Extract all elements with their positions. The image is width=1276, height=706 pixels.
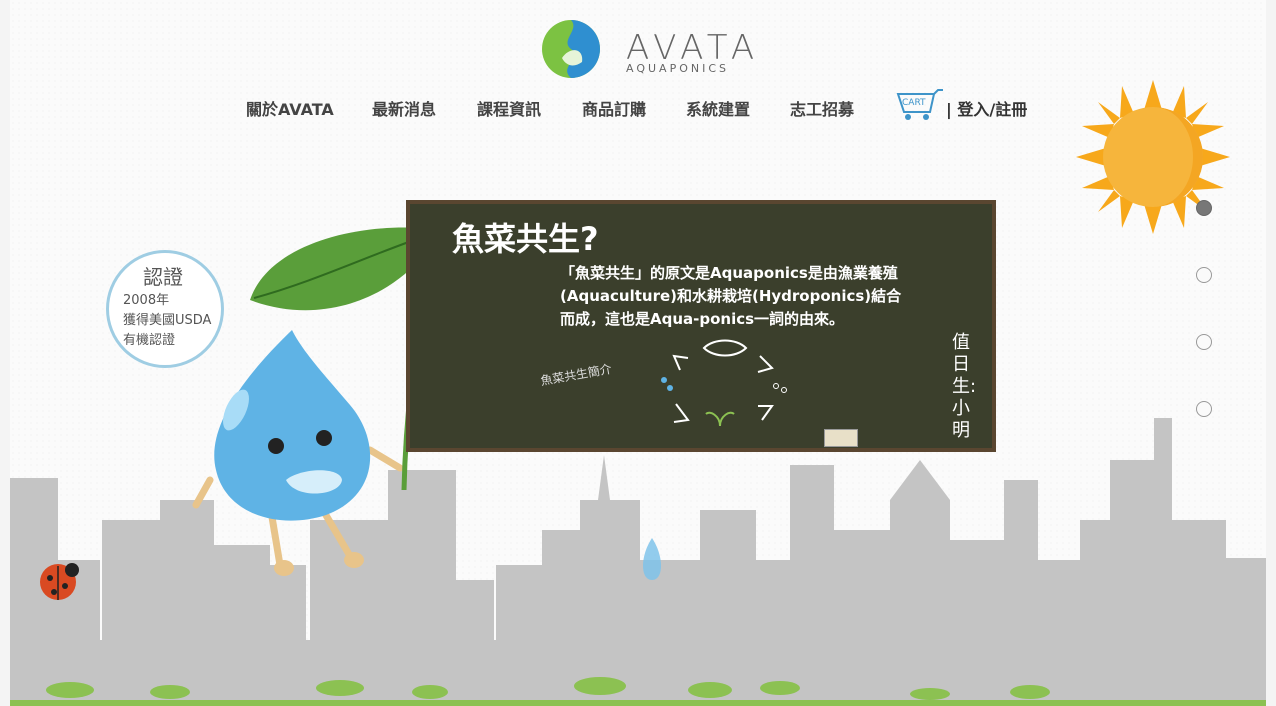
grass-strip: [10, 700, 1266, 706]
page-canvas: AVATA AQUAPONICS 關於AVATA 最新消息 課程資訊 商品訂購 …: [10, 0, 1266, 706]
board-intro-label[interactable]: 魚菜共生簡介: [539, 360, 613, 389]
bubble-line-2: 獲得美國USDA: [123, 313, 212, 328]
bubble-title: 認證: [143, 265, 183, 289]
certification-bubble: 認證 2008年 獲得美國USDA 有機認證: [106, 250, 224, 368]
board-title: 魚菜共生?: [452, 220, 599, 258]
bubble-line-1: 2008年: [123, 293, 170, 308]
city-skyline: [10, 418, 1266, 706]
board-side-text: 值日生:小明: [952, 332, 977, 441]
small-drop-icon: [643, 538, 661, 580]
bubble-line-3: 有機認證: [123, 333, 176, 348]
cycle-diagram-icon: [661, 339, 787, 427]
board-text: 「魚菜共生」的原文是Aquaponics是由漁業養殖(Aquaculture)和…: [560, 264, 902, 328]
chalkboard: 魚菜共生? 「魚菜共生」的原文是Aquaponics是由漁業養殖(Aquacul…: [406, 200, 996, 452]
eraser-icon: [824, 429, 858, 447]
